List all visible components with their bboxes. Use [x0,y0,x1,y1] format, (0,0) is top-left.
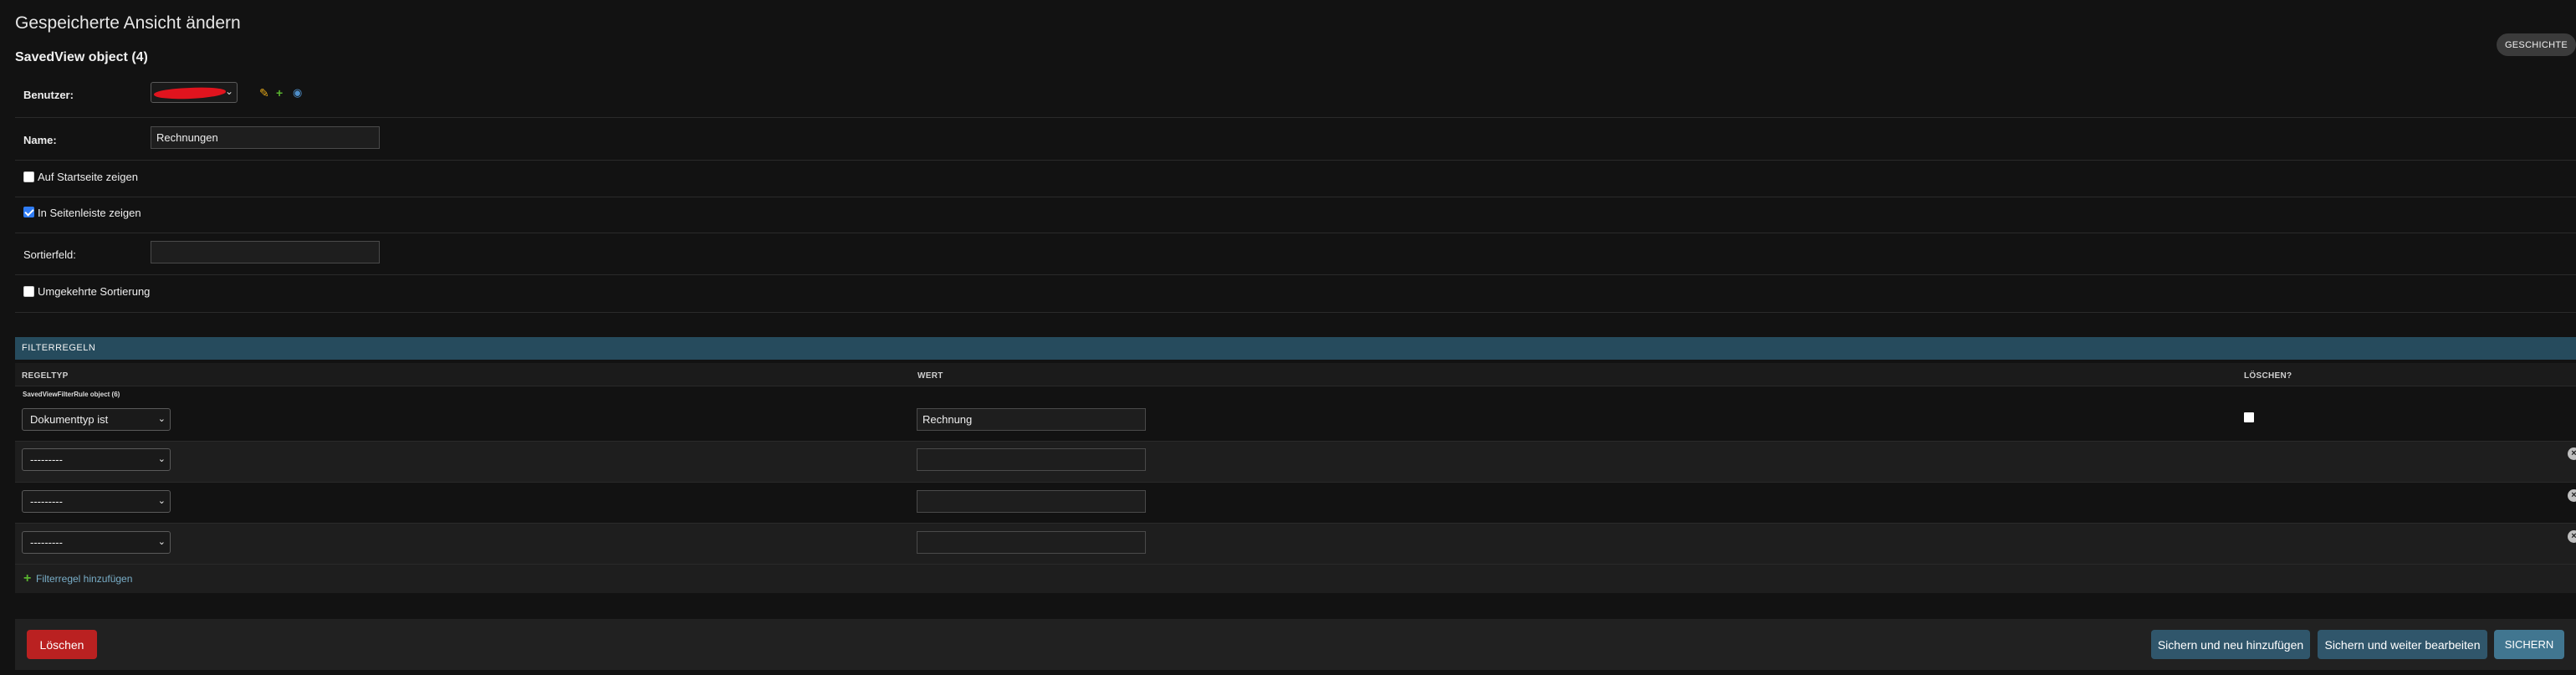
delete-rule-checkbox[interactable] [2244,412,2254,422]
change-form-page: Gespeicherte Ansicht ändern GESCHICHTE S… [0,0,2576,675]
remove-row-icon[interactable]: × [2568,530,2576,543]
show-on-dashboard-checkbox[interactable] [23,171,34,182]
rule-type-select[interactable]: Dokumenttyp ist ⌄ [22,408,171,431]
form-row-name: Name: [15,118,2576,161]
sort-field-label: Sortierfeld: [23,248,76,261]
object-title: SavedView object (4) [15,50,148,64]
rule-value-input[interactable] [917,490,1146,513]
rule-type-select[interactable]: --------- ⌄ [22,490,171,513]
remove-row-icon[interactable]: × [2568,489,2576,502]
rule-type-select[interactable]: --------- ⌄ [22,531,171,554]
chevron-down-icon: ⌄ [157,496,166,506]
form-row-sort-reverse: Umgekehrte Sortierung [15,275,2576,313]
sort-reverse-checkbox[interactable] [23,286,34,297]
plus-icon[interactable]: + [276,87,283,99]
chevron-down-icon: ⌄ [224,85,233,97]
rule-value-input[interactable] [917,531,1146,554]
rule-type-value: --------- [30,453,63,466]
sort-field-input[interactable] [151,241,380,263]
filter-rules-header: FILTERREGELN [15,337,2576,360]
chevron-down-icon: ⌄ [157,454,166,464]
save-button[interactable]: SICHERN [2494,630,2564,659]
user-select[interactable]: ⌄ [151,82,238,103]
sort-reverse-label: Umgekehrte Sortierung [38,285,151,298]
form-row-dashboard: Auf Startseite zeigen [15,161,2576,197]
remove-row-icon[interactable]: × [2568,447,2576,460]
column-header-rule-type: REGELTYP [22,371,69,381]
form-row-user: Benutzer: [15,72,2576,118]
column-header-value: WERT [917,371,943,381]
submit-row: Löschen Sichern und neu hinzufügen Siche… [15,619,2576,670]
filter-rule-row: --------- ⌄ × [15,442,2576,483]
filter-rule-object-caption: SavedViewFilterRule object (6) [23,391,120,398]
form-row-sort-field: Sortierfeld: [15,233,2576,275]
plus-icon[interactable]: + [23,571,31,586]
add-filter-rule-row: + Filterregel hinzufügen [15,565,2576,593]
save-and-add-button[interactable]: Sichern und neu hinzufügen [2151,630,2310,659]
filter-rule-row: SavedViewFilterRule object (6) Dokumentt… [15,386,2576,442]
eye-icon[interactable]: ◉ [293,87,302,99]
redacted-user-value [153,86,227,100]
filter-rule-row: --------- ⌄ × [15,524,2576,565]
pencil-icon[interactable]: ✎ [259,87,269,99]
chevron-down-icon: ⌄ [157,537,166,547]
rule-type-value: Dokumenttyp ist [30,413,109,426]
page-title: Gespeicherte Ansicht ändern [15,13,241,33]
form-row-sidebar: In Seitenleiste zeigen [15,197,2576,233]
rule-value-input[interactable]: Rechnung [917,408,1146,431]
filter-rules-column-headers: REGELTYP WERT LÖSCHEN? [15,363,2576,386]
user-label: Benutzer: [23,89,74,101]
rule-type-value: --------- [30,536,63,549]
show-in-sidebar-label: In Seitenleiste zeigen [38,207,141,219]
rule-value-input[interactable] [917,448,1146,471]
filter-rules-title: FILTERREGELN [22,343,96,353]
name-label: Name: [23,134,57,146]
name-input[interactable]: Rechnungen [151,126,380,149]
delete-button[interactable]: Löschen [27,630,97,659]
rule-type-value: --------- [30,495,63,508]
history-button[interactable]: GESCHICHTE [2497,33,2576,56]
save-and-continue-button[interactable]: Sichern und weiter bearbeiten [2318,630,2487,659]
filter-rule-row: --------- ⌄ × [15,483,2576,524]
rule-type-select[interactable]: --------- ⌄ [22,448,171,471]
chevron-down-icon: ⌄ [157,414,166,424]
show-on-dashboard-label: Auf Startseite zeigen [38,171,138,183]
column-header-delete: LÖSCHEN? [2244,371,2292,381]
add-filter-rule-link[interactable]: Filterregel hinzufügen [36,573,132,585]
show-in-sidebar-checkbox[interactable] [23,207,34,217]
